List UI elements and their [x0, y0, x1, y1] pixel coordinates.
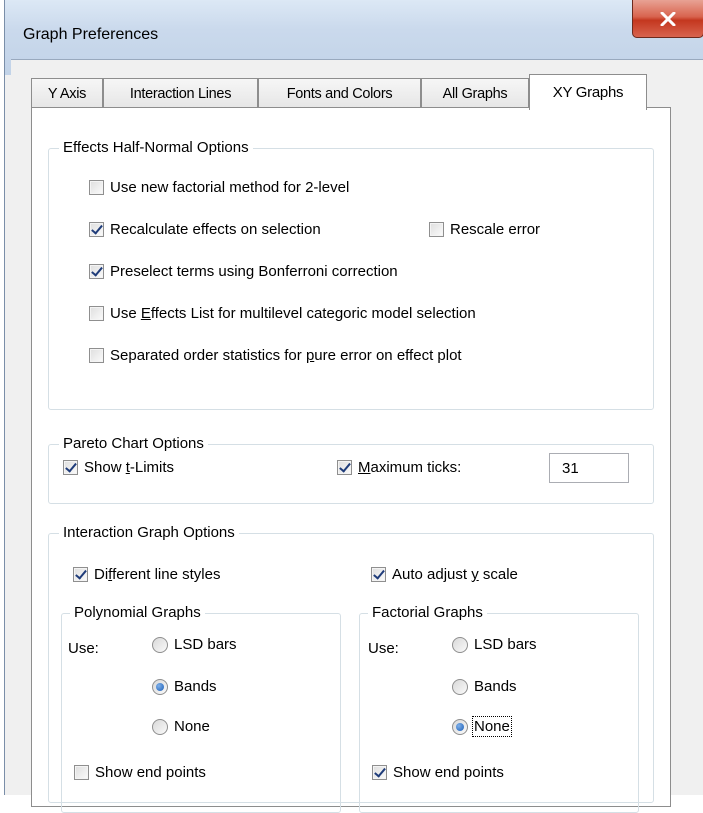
- factorial-lsd-bars-label: LSD bars: [474, 636, 537, 653]
- rescale-error-checkbox[interactable]: Rescale error: [429, 221, 540, 238]
- effects-group-title: Effects Half-Normal Options: [59, 139, 253, 157]
- radio-circle[interactable]: [152, 636, 168, 653]
- new-factorial-checkbox[interactable]: Use new factorial method for 2-level: [89, 179, 349, 196]
- tab-interaction-lines[interactable]: Interaction Lines: [103, 78, 258, 108]
- auto-adjust-y-scale-checkbox[interactable]: Auto adjust y scale: [371, 566, 518, 583]
- polynomial-bands-label: Bands: [174, 678, 217, 695]
- polynomial-show-end-points-checkbox[interactable]: Show end points: [74, 764, 206, 781]
- interaction-group-title: Interaction Graph Options: [59, 524, 239, 542]
- factorial-bands-radio[interactable]: Bands: [452, 678, 517, 695]
- xy-graphs-panel: Effects Half-Normal Options Use new fact…: [31, 107, 671, 813]
- maximum-ticks-label: Maximum ticks:: [358, 459, 462, 476]
- close-icon: [660, 11, 676, 26]
- preselect-terms-checkbox[interactable]: Preselect terms using Bonferroni correct…: [89, 263, 398, 280]
- factorial-group-title: Factorial Graphs: [368, 604, 487, 622]
- pareto-group-title: Pareto Chart Options: [59, 435, 208, 453]
- effects-list-label: Use Effects List for multilevel categori…: [110, 305, 476, 322]
- checkbox-box[interactable]: [89, 180, 104, 195]
- window-title: Graph Preferences: [23, 26, 159, 43]
- radio-circle[interactable]: [452, 718, 468, 735]
- pareto-chart-group: Pareto Chart Options Show t-Limits Maxim…: [48, 435, 654, 504]
- show-t-limits-checkbox[interactable]: Show t-Limits: [63, 459, 174, 476]
- graph-preferences-dialog: Graph Preferences Y Axis Interaction Lin…: [4, 0, 703, 813]
- factorial-graphs-group: Factorial Graphs Use: LSD bars Bands Non…: [359, 604, 639, 813]
- tab-strip: Y Axis Interaction Lines Fonts and Color…: [31, 74, 691, 110]
- checkbox-box[interactable]: [429, 222, 444, 237]
- tab-fonts-and-colors[interactable]: Fonts and Colors: [258, 78, 421, 108]
- polynomial-show-end-points-label: Show end points: [95, 764, 206, 781]
- checkbox-box[interactable]: [89, 306, 104, 321]
- separated-order-label: Separated order statistics for pure erro…: [110, 347, 462, 364]
- polynomial-none-radio[interactable]: None: [152, 718, 210, 735]
- checkbox-box[interactable]: [89, 348, 104, 363]
- factorial-none-label: None: [472, 716, 512, 737]
- polynomial-lsd-bars-label: LSD bars: [174, 636, 237, 653]
- interaction-graph-group: Interaction Graph Options Different line…: [48, 524, 654, 813]
- rescale-error-label: Rescale error: [450, 221, 541, 238]
- different-line-styles-checkbox[interactable]: Different line styles: [73, 566, 220, 583]
- dialog-client-area: Y Axis Interaction Lines Fonts and Color…: [11, 59, 703, 813]
- radio-circle[interactable]: [152, 718, 168, 735]
- separated-order-checkbox[interactable]: Separated order statistics for pure erro…: [89, 347, 462, 364]
- factorial-bands-label: Bands: [474, 678, 517, 695]
- factorial-use-label: Use:: [368, 640, 399, 657]
- checkbox-box[interactable]: [89, 264, 104, 279]
- polynomial-group-title: Polynomial Graphs: [70, 604, 205, 622]
- preselect-terms-label: Preselect terms using Bonferroni correct…: [110, 263, 398, 280]
- radio-circle[interactable]: [452, 678, 468, 695]
- polynomial-use-label: Use:: [68, 640, 99, 657]
- radio-circle[interactable]: [152, 678, 168, 695]
- tab-all-graphs[interactable]: All Graphs: [421, 78, 529, 108]
- tab-xy-graphs[interactable]: XY Graphs: [529, 74, 647, 110]
- checkbox-box[interactable]: [73, 567, 88, 582]
- checkbox-box[interactable]: [74, 765, 89, 780]
- checkbox-box[interactable]: [372, 765, 387, 780]
- maximum-ticks-checkbox[interactable]: Maximum ticks:: [337, 459, 461, 476]
- factorial-lsd-bars-radio[interactable]: LSD bars: [452, 636, 537, 653]
- tab-y-axis[interactable]: Y Axis: [31, 78, 103, 108]
- new-factorial-label: Use new factorial method for 2-level: [110, 179, 350, 196]
- factorial-none-radio[interactable]: None: [452, 716, 512, 737]
- radio-circle[interactable]: [452, 636, 468, 653]
- different-line-styles-label: Different line styles: [94, 566, 221, 583]
- effects-half-normal-group: Effects Half-Normal Options Use new fact…: [48, 139, 654, 410]
- close-button[interactable]: [632, 0, 703, 38]
- checkbox-box[interactable]: [63, 460, 78, 475]
- polynomial-graphs-group: Polynomial Graphs Use: LSD bars Bands No…: [61, 604, 341, 813]
- polynomial-bands-radio[interactable]: Bands: [152, 678, 217, 695]
- recalculate-checkbox[interactable]: Recalculate effects on selection: [89, 221, 321, 238]
- polynomial-none-label: None: [174, 718, 210, 735]
- maximum-ticks-input[interactable]: 31: [549, 453, 629, 483]
- show-t-limits-label: Show t-Limits: [84, 459, 175, 476]
- factorial-show-end-points-checkbox[interactable]: Show end points: [372, 764, 504, 781]
- factorial-show-end-points-label: Show end points: [393, 764, 504, 781]
- checkbox-box[interactable]: [371, 567, 386, 582]
- checkbox-box[interactable]: [337, 460, 352, 475]
- polynomial-lsd-bars-radio[interactable]: LSD bars: [152, 636, 237, 653]
- checkbox-box[interactable]: [89, 222, 104, 237]
- auto-adjust-y-scale-label: Auto adjust y scale: [392, 566, 518, 583]
- effects-list-checkbox[interactable]: Use Effects List for multilevel categori…: [89, 305, 476, 322]
- recalculate-label: Recalculate effects on selection: [110, 221, 321, 238]
